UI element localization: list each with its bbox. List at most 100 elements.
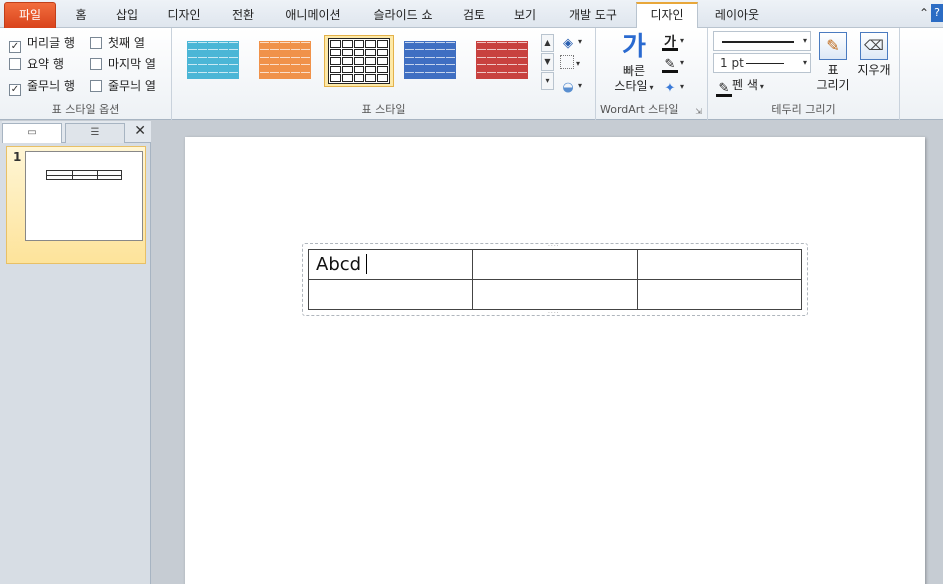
help-icon[interactable]: ? [931, 4, 943, 22]
pen-style-select[interactable]: ▾ [713, 31, 811, 51]
tab-transitions[interactable]: 전환 [218, 4, 268, 28]
tab-slideshow[interactable]: 슬라이드 쇼 [360, 4, 446, 28]
checkbox-icon[interactable] [9, 58, 21, 70]
borders-button[interactable]: ▾ [560, 55, 580, 69]
dropdown-arrow-icon: ▾ [578, 37, 583, 46]
pen-weight-select[interactable]: 1 pt ▾ [713, 53, 811, 73]
dropdown-arrow-icon: ▾ [649, 83, 654, 92]
pen-outline-icon: ✎ [662, 57, 678, 73]
table-style-preview [259, 41, 311, 79]
table-cell[interactable] [307, 279, 474, 310]
borders-icon [560, 55, 574, 69]
tab-animations[interactable]: 애니메이션 [272, 4, 354, 28]
header-row-option[interactable]: ✓ 머리글 행 [9, 34, 75, 53]
checkbox-checked-icon[interactable]: ✓ [9, 41, 21, 53]
tab-home[interactable]: 홈 [60, 4, 102, 28]
group-label: 표 스타일 옵션 [51, 103, 120, 116]
banded-columns-option[interactable]: 줄무늬 열 [90, 77, 156, 94]
slide-thumbnail-preview [25, 151, 143, 241]
group-label: 테두리 그리기 [771, 103, 836, 116]
dialog-launcher-icon[interactable]: ⇲ [695, 107, 702, 116]
collapse-ribbon-icon[interactable]: ⌃ [919, 6, 929, 20]
text-fill-button[interactable]: 가 ▾ [662, 32, 684, 51]
tab-table-design[interactable]: 디자인 [636, 2, 698, 29]
tab-design[interactable]: 디자인 [155, 4, 213, 28]
text-outline-button[interactable]: ✎ ▾ [662, 54, 684, 73]
text-fill-icon: 가 [662, 35, 678, 51]
gallery-scroll-up-button[interactable]: ▲ [541, 34, 554, 52]
dropdown-arrow-icon: ▾ [680, 58, 685, 67]
total-row-option[interactable]: 요약 행 [9, 55, 64, 72]
last-column-option[interactable]: 마지막 열 [90, 55, 156, 72]
effects-button[interactable]: ◒ ▾ [560, 77, 582, 96]
table-style-plain[interactable] [324, 35, 394, 87]
slides-icon: ▭ [27, 127, 37, 138]
slide-number: 1 [13, 150, 22, 164]
group-label: 표 스타일 [361, 103, 406, 116]
tab-developer[interactable]: 개발 도구 [555, 4, 631, 28]
slides-tab[interactable]: ▭ [2, 123, 62, 143]
draw-table-button[interactable]: ✎ 표 그리기 [816, 32, 850, 92]
table-style-orange[interactable] [255, 38, 315, 82]
close-icon[interactable]: ✕ [134, 123, 146, 139]
outline-tab[interactable]: ☰ [65, 123, 125, 143]
ribbon-tab-bar: 파일 홈 삽입 디자인 전환 애니메이션 슬라이드 쇼 검토 보기 개발 도구 … [0, 0, 943, 29]
gallery-scroll-down-button[interactable]: ▼ [541, 53, 554, 71]
table-style-red[interactable] [472, 38, 532, 82]
pen-style-line-icon [722, 41, 794, 43]
resize-handle-bottom[interactable]: ···· [548, 310, 560, 317]
eraser-icon: ⌫ [860, 32, 888, 60]
effects-icon: ◒ [562, 80, 574, 95]
table-cell[interactable]: Abcd [307, 249, 474, 280]
table-cell[interactable] [472, 249, 638, 280]
eraser-button[interactable]: ⌫ 지우개 [854, 32, 894, 78]
table-style-preview [187, 41, 239, 79]
gallery-more-button[interactable]: ▾ [541, 72, 554, 90]
quick-styles-button[interactable]: 가 빠른 스타일 ▾ [609, 30, 659, 96]
outline-icon: ☰ [90, 127, 100, 138]
pen-weight-line-icon [745, 63, 784, 64]
slide-table[interactable]: Abcd [307, 249, 803, 310]
table-style-blue[interactable] [400, 38, 460, 82]
dropdown-arrow-icon: ▾ [578, 81, 583, 90]
pen-icon: ✎ [716, 81, 732, 97]
text-effects-icon: ✦ [664, 81, 676, 96]
table-styles-group: ▲ ▼ ▾ ◈ ▾ ▾ ◒ ▾ 표 스타일 [172, 28, 596, 120]
table-cell[interactable] [636, 249, 803, 280]
dropdown-arrow-icon: ▾ [576, 59, 581, 68]
checkbox-icon[interactable] [90, 58, 102, 70]
thumbnail-table [46, 170, 122, 180]
checkbox-icon[interactable] [90, 37, 102, 49]
slide-thumbnail[interactable]: 1 [6, 146, 146, 264]
checkbox-icon[interactable] [90, 80, 102, 92]
table-style-options-group: ✓ 머리글 행 첫째 열 요약 행 마지막 열 ✓ 줄무늬 행 줄무늬 열 표 스타… [0, 28, 172, 120]
cell-text: Abcd [316, 254, 362, 275]
pen-color-button[interactable]: ✎ 펜 색 ▾ [716, 76, 764, 97]
tab-view[interactable]: 보기 [503, 4, 547, 28]
draw-borders-group: ▾ 1 pt ▾ ✎ 펜 색 ▾ ✎ 표 그리기 ⌫ 지우개 테두리 그리기 [708, 28, 900, 120]
table-cell[interactable] [636, 279, 803, 310]
table-style-cyan[interactable] [183, 38, 243, 82]
first-column-option[interactable]: 첫째 열 [90, 34, 145, 51]
text-effects-button[interactable]: ✦ ▾ [662, 78, 684, 97]
tab-insert[interactable]: 삽입 [104, 4, 150, 28]
paint-bucket-icon: ◈ [563, 36, 573, 51]
slide-canvas[interactable] [185, 137, 925, 584]
dropdown-arrow-icon: ▾ [680, 36, 685, 45]
group-label: WordArt 스타일 [600, 103, 679, 116]
dropdown-arrow-icon: ▾ [759, 82, 764, 91]
shading-button[interactable]: ◈ ▾ [560, 33, 582, 52]
table-cell[interactable] [472, 279, 638, 310]
tab-file[interactable]: 파일 [4, 2, 56, 28]
tab-table-layout[interactable]: 레이아웃 [701, 4, 773, 28]
draw-table-icon: ✎ [819, 32, 847, 60]
wordart-styles-group: 가 빠른 스타일 ▾ 가 ▾ ✎ ▾ ✦ ▾ WordArt 스타일 ⇲ [596, 28, 708, 120]
slides-panel: ▭ ☰ ✕ 1 [0, 121, 151, 584]
text-caret [366, 254, 368, 274]
tab-review[interactable]: 검토 [452, 4, 496, 28]
dropdown-arrow-icon: ▾ [680, 82, 685, 91]
ribbon: ✓ 머리글 행 첫째 열 요약 행 마지막 열 ✓ 줄무늬 행 줄무늬 열 표 스타… [0, 28, 943, 120]
checkbox-checked-icon[interactable]: ✓ [9, 84, 21, 96]
banded-rows-option[interactable]: ✓ 줄무늬 행 [9, 77, 75, 96]
table-style-preview [476, 41, 528, 79]
